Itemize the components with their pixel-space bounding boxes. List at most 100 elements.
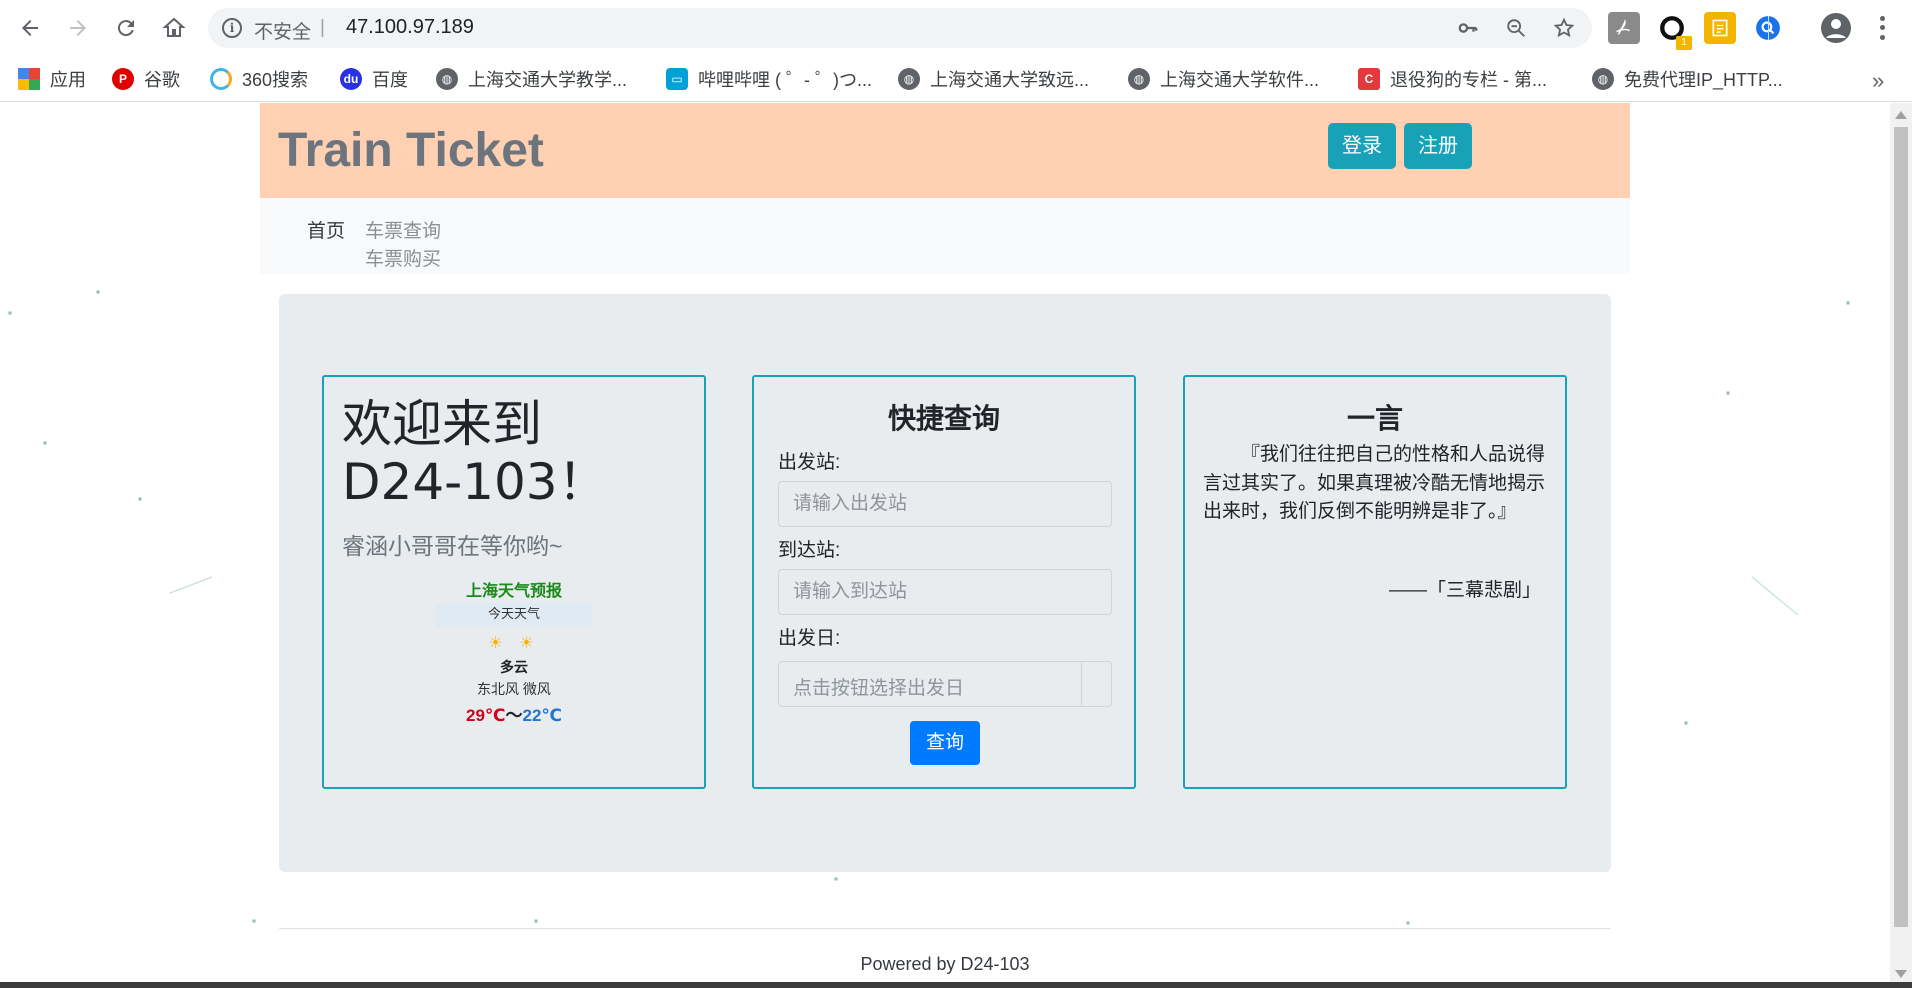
weather-temperature: 29℃～22℃ xyxy=(436,701,592,726)
bookmark-label: 退役狗的专栏 - 第... xyxy=(1390,70,1547,90)
date-picker-field[interactable]: 点击按钮选择出发日 xyxy=(778,661,1112,707)
more-bookmarks-icon[interactable]: » xyxy=(1872,68,1884,94)
bilibili-icon: ▭ xyxy=(666,68,688,90)
scrollbar-thumb[interactable] xyxy=(1894,127,1908,927)
bookmark-sjtu-software[interactable]: ◍ 上海交通大学软件... xyxy=(1128,64,1319,94)
home-button[interactable] xyxy=(156,12,192,44)
weather-today-label: 今天天气 xyxy=(436,603,592,627)
nav-ticket-buy[interactable]: 车票购买 xyxy=(365,244,441,271)
forward-arrow-icon xyxy=(70,20,86,36)
home-icon xyxy=(162,17,186,37)
quick-search-card: 快捷查询 出发站: 到达站: 出发日: 点击按钮选择出发日 查询 xyxy=(752,375,1136,789)
nav-home[interactable]: 首页 xyxy=(307,216,345,243)
bookmark-label: 上海交通大学致远... xyxy=(930,70,1090,90)
query-button[interactable]: 查询 xyxy=(910,721,980,765)
reload-icon xyxy=(117,20,134,37)
back-arrow-icon xyxy=(22,20,38,36)
bookmark-label: 上海交通大学软件... xyxy=(1160,70,1320,90)
bookmarks-bar: 应用 P 谷歌 360搜索 du 百度 ◍ 上海交通大学教学... ▭ 哔哩哔哩… xyxy=(0,56,1912,102)
extension-circle-icon[interactable]: 1 xyxy=(1656,12,1692,50)
bookmark-label: 免费代理IP_HTTP... xyxy=(1624,70,1783,90)
zoom-out-icon[interactable] xyxy=(1504,16,1528,40)
page-scrollbar[interactable] xyxy=(1890,103,1912,988)
bookmark-360[interactable]: 360搜索 xyxy=(210,64,308,94)
bookmark-label: 应用 xyxy=(50,70,86,90)
browser-toolbar: i 不安全 | 47.100.97.189 1 xyxy=(0,0,1912,56)
nav-ticket-search[interactable]: 车票查询 xyxy=(365,216,441,243)
bookmark-baidu[interactable]: du 百度 xyxy=(340,64,408,94)
weather-wind: 东北风 微风 xyxy=(477,681,551,697)
browser-menu-icon[interactable] xyxy=(1874,14,1890,42)
bookmark-label: 百度 xyxy=(372,70,408,90)
date-label: 出发日: xyxy=(778,628,841,649)
date-picker-button[interactable] xyxy=(1081,662,1111,706)
pdf-extension-icon[interactable] xyxy=(1608,12,1640,44)
bookmark-label: 360搜索 xyxy=(242,70,309,90)
bookmark-sjtu-teaching[interactable]: ◍ 上海交通大学教学... xyxy=(436,64,627,94)
globe-icon: ◍ xyxy=(436,68,458,90)
key-icon[interactable] xyxy=(1456,16,1480,40)
temp-separator: ～ xyxy=(505,706,523,725)
extension-badge: 1 xyxy=(1676,36,1692,50)
to-station-input[interactable] xyxy=(778,569,1112,615)
forward-button[interactable] xyxy=(60,12,96,44)
temp-high: 29℃ xyxy=(466,706,506,725)
weather-sun-icon: ☀ ☀ xyxy=(488,635,540,652)
url-text[interactable]: 47.100.97.189 xyxy=(346,16,474,39)
register-button[interactable]: 注册 xyxy=(1404,123,1472,169)
csdn-c-icon: C xyxy=(1358,68,1380,90)
note-extension-icon[interactable] xyxy=(1704,12,1736,44)
weather-condition: 多云 xyxy=(500,659,528,675)
welcome-card: 欢迎来到 D24-103！ 睿涵小哥哥在等你哟~ 上海天气预报 今天天气 ☀ ☀… xyxy=(322,375,706,789)
security-label: 不安全 xyxy=(254,22,312,43)
bookmark-sjtu-zhiyuan[interactable]: ◍ 上海交通大学致远... xyxy=(898,64,1089,94)
login-button[interactable]: 登录 xyxy=(1328,123,1396,169)
globe-icon: ◍ xyxy=(1128,68,1150,90)
weather-widget: 上海天气预报 今天天气 ☀ ☀ 多云 东北风 微风 29℃～22℃ xyxy=(436,577,592,726)
bookmark-label: 谷歌 xyxy=(144,70,180,90)
from-label: 出发站: xyxy=(778,452,841,473)
brand-title[interactable]: Train Ticket xyxy=(278,123,544,178)
star-bookmark-icon[interactable] xyxy=(1552,16,1576,40)
bookmark-proxy[interactable]: ◍ 免费代理IP_HTTP... xyxy=(1592,64,1783,94)
site-header: Train Ticket 登录 注册 xyxy=(260,103,1630,198)
reload-button[interactable] xyxy=(108,12,144,44)
address-bar[interactable]: i 不安全 | 47.100.97.189 xyxy=(208,8,1592,48)
window-bottom-edge xyxy=(0,982,1912,988)
address-separator: | xyxy=(320,17,325,38)
globe-icon: ◍ xyxy=(898,68,920,90)
welcome-subtitle: 睿涵小哥哥在等你哟~ xyxy=(342,533,563,559)
toolbar-divider xyxy=(1768,16,1769,40)
welcome-title-line: 欢迎来到 xyxy=(342,395,542,453)
search-360-icon xyxy=(210,68,232,90)
bookmark-csdn[interactable]: C 退役狗的专栏 - 第... xyxy=(1358,64,1547,94)
quote-title: 一言 xyxy=(1346,403,1403,434)
scroll-up-icon[interactable] xyxy=(1895,111,1907,119)
to-label: 到达站: xyxy=(778,540,841,561)
info-icon[interactable]: i xyxy=(222,18,242,38)
google-p-icon: P xyxy=(112,68,134,90)
scroll-down-icon[interactable] xyxy=(1895,970,1907,978)
welcome-title-line: D24-103！ xyxy=(342,453,608,511)
back-button[interactable] xyxy=(12,12,48,44)
welcome-title: 欢迎来到 D24-103！ xyxy=(342,395,608,511)
bookmark-label: 哔哩哔哩 ( ゜- ゜)つ... xyxy=(698,70,872,90)
bookmark-label: 上海交通大学教学... xyxy=(468,70,628,90)
page-viewport: Train Ticket 登录 注册 首页 车票查询 车票购买 欢迎来到 D24… xyxy=(0,103,1890,988)
profile-avatar-icon[interactable] xyxy=(1820,12,1852,44)
footer-text: Powered by D24-103 xyxy=(860,954,1030,974)
quote-card: 一言 『我们往往把自己的性格和人品说得言过其实了。如果真理被冷酷无情地揭示出来时… xyxy=(1183,375,1567,789)
quote-source: ——「三幕悲剧」 xyxy=(1388,580,1541,601)
quote-text: 『我们往往把自己的性格和人品说得言过其实了。如果真理被冷酷无情地揭示出来时，我们… xyxy=(1203,444,1546,522)
bookmark-apps[interactable]: 应用 xyxy=(18,64,86,94)
bookmark-google[interactable]: P 谷歌 xyxy=(112,64,180,94)
globe-icon: ◍ xyxy=(1592,68,1614,90)
date-placeholder: 点击按钮选择出发日 xyxy=(793,678,965,699)
baidu-paw-icon: du xyxy=(340,68,362,90)
bookmark-bilibili[interactable]: ▭ 哔哩哔哩 ( ゜- ゜)つ... xyxy=(666,64,872,94)
side-nav: 首页 车票查询 车票购买 xyxy=(260,198,1630,274)
weather-city[interactable]: 上海天气预报 xyxy=(436,577,592,601)
temp-low: 22℃ xyxy=(522,706,563,725)
quick-search-title: 快捷查询 xyxy=(887,403,1000,434)
from-station-input[interactable] xyxy=(778,481,1112,527)
